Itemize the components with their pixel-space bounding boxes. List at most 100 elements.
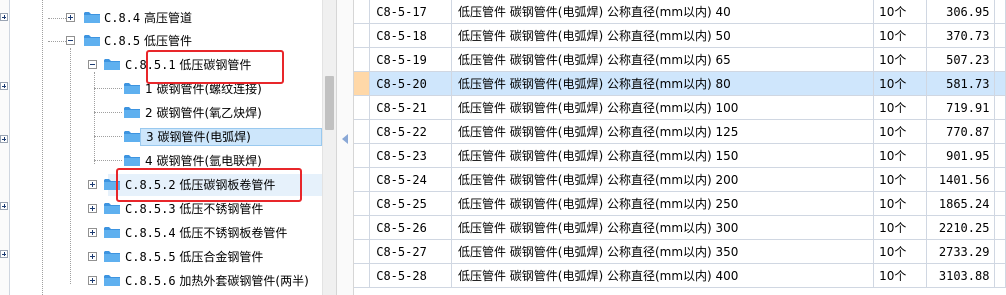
cell-extra[interactable]: [994, 215, 1006, 240]
cell-name[interactable]: 低压管件 碳钢管件(电弧焊) 公称直径(mm以内) 100: [451, 95, 875, 120]
table-row[interactable]: C8-5-25 低压管件 碳钢管件(电弧焊) 公称直径(mm以内) 250 10个 1…: [354, 191, 1006, 216]
table-row[interactable]: C8-5-22 低压管件 碳钢管件(电弧焊) 公称直径(mm以内) 125 10个 7…: [354, 119, 1006, 144]
row-indicator[interactable]: [354, 71, 371, 96]
table-row[interactable]: C8-5-27 低压管件 碳钢管件(电弧焊) 公称直径(mm以内) 350 10个 2…: [354, 239, 1006, 264]
collapse-left-icon[interactable]: [342, 134, 348, 144]
table-row[interactable]: C8-5-19 低压管件 碳钢管件(电弧焊) 公称直径(mm以内) 65 10个 50…: [354, 47, 1006, 72]
cell-unit[interactable]: 10个: [873, 143, 928, 168]
cell-code[interactable]: C8-5-21: [369, 95, 452, 120]
cell-unit[interactable]: 10个: [873, 167, 928, 192]
cell-name[interactable]: 低压管件 碳钢管件(电弧焊) 公称直径(mm以内) 150: [451, 143, 875, 168]
cell-extra[interactable]: [994, 95, 1006, 120]
table-row[interactable]: C8-5-26 低压管件 碳钢管件(电弧焊) 公称直径(mm以内) 300 10个 2…: [354, 215, 1006, 240]
cell-unit[interactable]: 10个: [873, 215, 928, 240]
cell-price[interactable]: 901.95: [926, 143, 996, 168]
table-row[interactable]: C8-5-28 低压管件 碳钢管件(电弧焊) 公称直径(mm以内) 400 10个 3…: [354, 263, 1006, 288]
cell-unit[interactable]: 10个: [873, 0, 928, 24]
cell-extra[interactable]: [994, 263, 1006, 288]
table-row[interactable]: C8-5-24 低压管件 碳钢管件(电弧焊) 公称直径(mm以内) 200 10个 1…: [354, 167, 1006, 192]
cell-name[interactable]: 低压管件 碳钢管件(电弧焊) 公称直径(mm以内) 80: [451, 71, 875, 96]
cell-code[interactable]: C8-5-22: [369, 119, 452, 144]
cell-name[interactable]: 低压管件 碳钢管件(电弧焊) 公称直径(mm以内) 300: [451, 215, 875, 240]
row-indicator[interactable]: [354, 239, 371, 264]
collapse-icon[interactable]: [88, 60, 97, 69]
cell-price[interactable]: 306.95: [926, 0, 996, 24]
cell-extra[interactable]: [994, 191, 1006, 216]
table-row[interactable]: C8-5-17 低压管件 碳钢管件(电弧焊) 公称直径(mm以内) 40 10个 30…: [354, 0, 1006, 24]
cell-code[interactable]: C8-5-26: [369, 215, 452, 240]
tree-item-c85[interactable]: C.8.5 低压管件: [0, 30, 322, 52]
cell-price[interactable]: 370.73: [926, 23, 996, 48]
cell-code[interactable]: C8-5-18: [369, 23, 452, 48]
cell-name[interactable]: 低压管件 碳钢管件(电弧焊) 公称直径(mm以内) 200: [451, 167, 875, 192]
cell-extra[interactable]: [994, 119, 1006, 144]
cell-code[interactable]: C8-5-23: [369, 143, 452, 168]
cell-unit[interactable]: 10个: [873, 23, 928, 48]
expand-icon[interactable]: [88, 180, 97, 189]
cell-unit[interactable]: 10个: [873, 119, 928, 144]
cell-name[interactable]: 低压管件 碳钢管件(电弧焊) 公称直径(mm以内) 40: [451, 0, 875, 24]
tree-item-c855[interactable]: C.8.5.5 低压合金钢管件: [0, 246, 322, 268]
row-indicator[interactable]: [354, 215, 371, 240]
cell-unit[interactable]: 10个: [873, 191, 928, 216]
cell-price[interactable]: 2733.29: [926, 239, 996, 264]
tree-item-leaf-2[interactable]: 2 碳钢管件(氧乙炔焊): [0, 102, 322, 124]
cell-price[interactable]: 507.23: [926, 47, 996, 72]
expand-icon[interactable]: [88, 276, 97, 285]
row-indicator[interactable]: [354, 191, 371, 216]
tree-scrollbar[interactable]: [322, 0, 336, 295]
cell-price[interactable]: 719.91: [926, 95, 996, 120]
cell-price[interactable]: 1401.56: [926, 167, 996, 192]
row-indicator[interactable]: [354, 263, 371, 288]
cell-price[interactable]: 2210.25: [926, 215, 996, 240]
row-indicator[interactable]: [354, 95, 371, 120]
table-row[interactable]: C8-5-20 低压管件 碳钢管件(电弧焊) 公称直径(mm以内) 80 10个 58…: [354, 71, 1006, 96]
row-indicator[interactable]: [354, 0, 371, 24]
cell-name[interactable]: 低压管件 碳钢管件(电弧焊) 公称直径(mm以内) 125: [451, 119, 875, 144]
cell-extra[interactable]: [994, 47, 1006, 72]
cell-code[interactable]: C8-5-27: [369, 239, 452, 264]
collapse-icon[interactable]: [66, 36, 75, 45]
cell-unit[interactable]: 10个: [873, 263, 928, 288]
cell-extra[interactable]: [994, 23, 1006, 48]
expand-icon[interactable]: [88, 228, 97, 237]
cell-name[interactable]: 低压管件 碳钢管件(电弧焊) 公称直径(mm以内) 350: [451, 239, 875, 264]
cell-name[interactable]: 低压管件 碳钢管件(电弧焊) 公称直径(mm以内) 65: [451, 47, 875, 72]
cell-code[interactable]: C8-5-19: [369, 47, 452, 72]
row-indicator[interactable]: [354, 167, 371, 192]
row-indicator[interactable]: [354, 143, 371, 168]
expand-icon[interactable]: [88, 204, 97, 213]
panel-splitter[interactable]: [336, 0, 354, 295]
row-indicator[interactable]: [354, 23, 371, 48]
cell-code[interactable]: C8-5-17: [369, 0, 452, 24]
cell-extra[interactable]: [994, 0, 1006, 24]
cell-code[interactable]: C8-5-28: [369, 263, 452, 288]
tree-item-leaf-3[interactable]: 3 碳钢管件(电弧焊): [0, 126, 322, 148]
cell-code[interactable]: C8-5-24: [369, 167, 452, 192]
tree-item-c854[interactable]: C.8.5.4 低压不锈钢板卷管件: [0, 222, 322, 244]
table-row[interactable]: C8-5-23 低压管件 碳钢管件(电弧焊) 公称直径(mm以内) 150 10个 9…: [354, 143, 1006, 168]
cell-extra[interactable]: [994, 71, 1006, 96]
cell-price[interactable]: 1865.24: [926, 191, 996, 216]
tree-item-c84[interactable]: C.8.4 高压管道: [0, 7, 322, 29]
cell-unit[interactable]: 10个: [873, 95, 928, 120]
scrollbar-thumb[interactable]: [325, 76, 334, 130]
expand-icon[interactable]: [66, 13, 75, 22]
cell-code[interactable]: C8-5-20: [369, 71, 452, 96]
row-indicator[interactable]: [354, 119, 371, 144]
cell-extra[interactable]: [994, 167, 1006, 192]
cell-price[interactable]: 770.87: [926, 119, 996, 144]
cell-name[interactable]: 低压管件 碳钢管件(电弧焊) 公称直径(mm以内) 400: [451, 263, 875, 288]
cell-price[interactable]: 581.73: [926, 71, 996, 96]
cell-unit[interactable]: 10个: [873, 239, 928, 264]
cell-code[interactable]: C8-5-25: [369, 191, 452, 216]
cell-price[interactable]: 3103.88: [926, 263, 996, 288]
expand-icon[interactable]: [88, 252, 97, 261]
table-row[interactable]: C8-5-21 低压管件 碳钢管件(电弧焊) 公称直径(mm以内) 100 10个 7…: [354, 95, 1006, 120]
cell-name[interactable]: 低压管件 碳钢管件(电弧焊) 公称直径(mm以内) 250: [451, 191, 875, 216]
tree-item-c856[interactable]: C.8.5.6 加热外套碳钢管件(两半): [0, 270, 322, 292]
cell-unit[interactable]: 10个: [873, 71, 928, 96]
cell-extra[interactable]: [994, 143, 1006, 168]
cell-extra[interactable]: [994, 239, 1006, 264]
cell-name[interactable]: 低压管件 碳钢管件(电弧焊) 公称直径(mm以内) 50: [451, 23, 875, 48]
